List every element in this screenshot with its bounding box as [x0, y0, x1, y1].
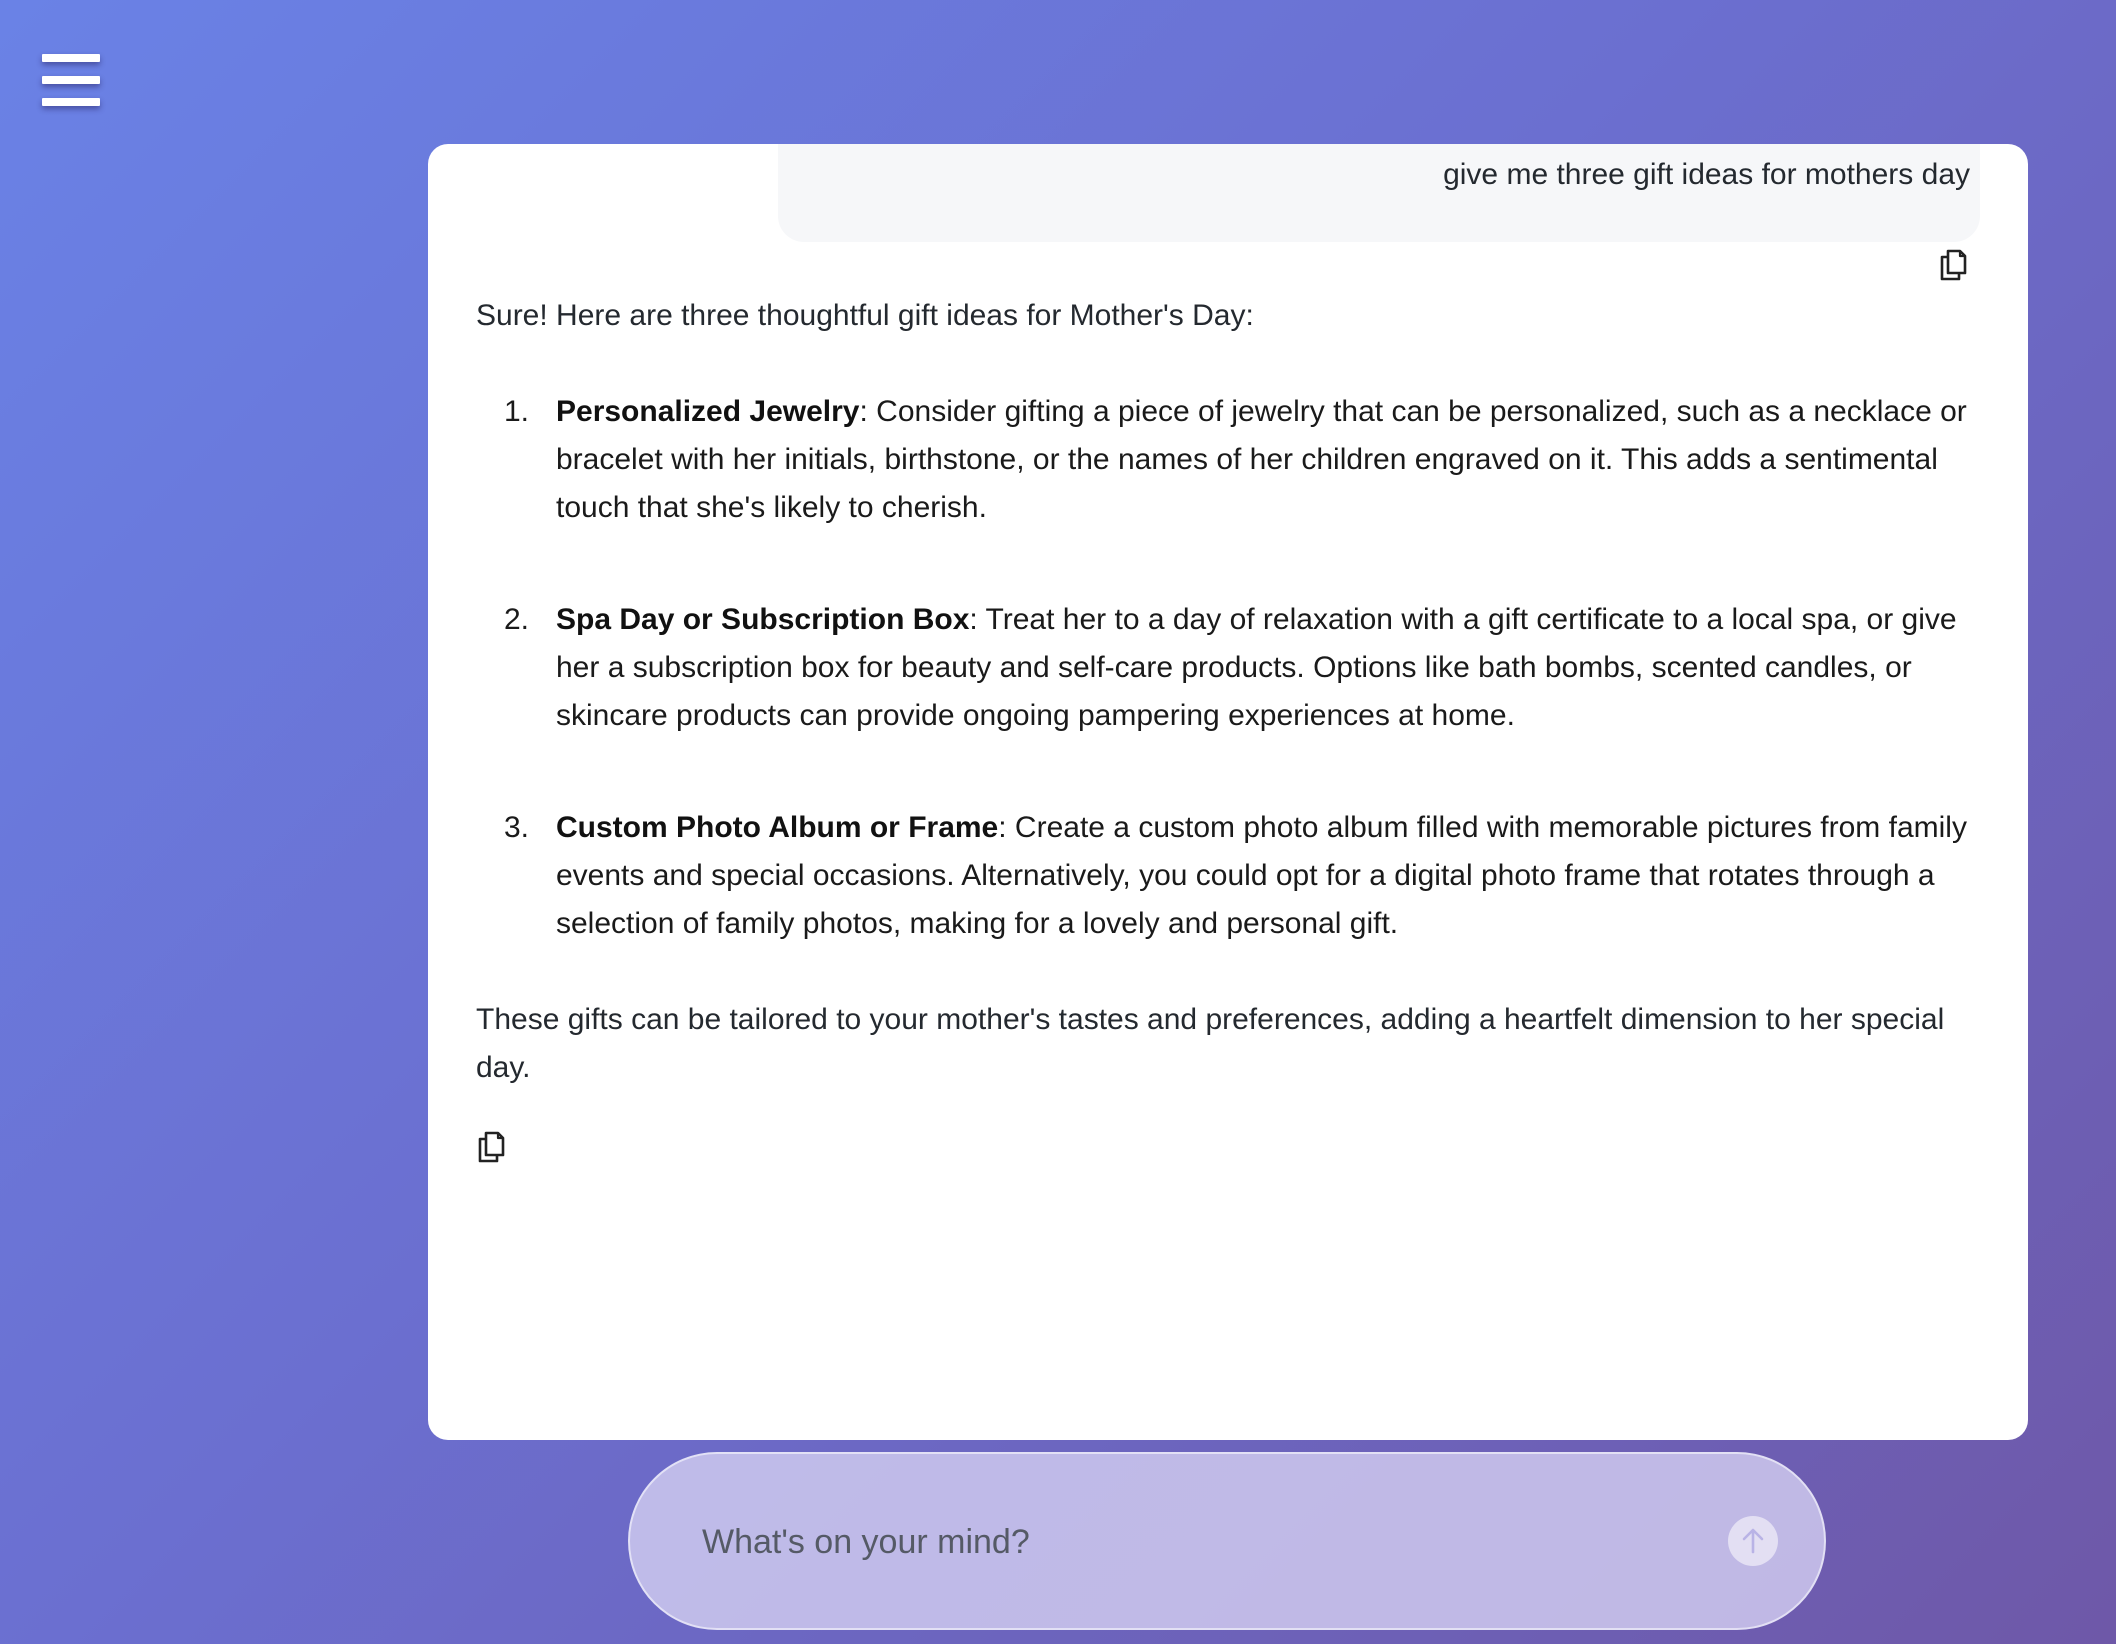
- list-item: 1. Personalized Jewelry: Consider giftin…: [476, 388, 1986, 532]
- send-button[interactable]: [1728, 1516, 1778, 1566]
- list-item-number: 2.: [504, 603, 530, 636]
- hamburger-menu-icon-bar: [42, 98, 100, 106]
- list-item-number: 1.: [504, 395, 530, 428]
- hamburger-menu-icon-bar: [42, 76, 100, 84]
- list-item-title: Personalized Jewelry: [556, 395, 860, 428]
- chat-panel: give me three gift ideas for mothers day…: [428, 144, 2028, 1440]
- list-item-title: Spa Day or Subscription Box: [556, 603, 970, 636]
- copy-user-message-button[interactable]: [1938, 248, 1968, 282]
- list-item-number: 3.: [504, 811, 530, 844]
- list-item-title: Custom Photo Album or Frame: [556, 811, 999, 844]
- chat-input[interactable]: [700, 1504, 1644, 1580]
- hamburger-menu-icon-bar: [42, 54, 100, 62]
- assistant-outro: These gifts can be tailored to your moth…: [476, 1003, 1945, 1084]
- assistant-message: Sure! Here are three thoughtful gift ide…: [476, 292, 1986, 1092]
- chat-input-bar: [628, 1452, 1826, 1630]
- copy-assistant-message-button[interactable]: [476, 1130, 506, 1164]
- list-item: 2. Spa Day or Subscription Box: Treat he…: [476, 596, 1986, 740]
- gift-ideas-list: 1. Personalized Jewelry: Consider giftin…: [476, 388, 1986, 948]
- arrow-up-icon: [1742, 1528, 1764, 1554]
- menu-button[interactable]: [42, 54, 102, 110]
- assistant-intro: Sure! Here are three thoughtful gift ide…: [476, 299, 1254, 332]
- user-message-text: give me three gift ideas for mothers day: [1443, 158, 1970, 191]
- copy-icon: [1940, 249, 1967, 281]
- list-item: 3. Custom Photo Album or Frame: Create a…: [476, 804, 1986, 948]
- copy-icon: [478, 1131, 505, 1163]
- user-message-bubble: give me three gift ideas for mothers day: [778, 144, 1980, 242]
